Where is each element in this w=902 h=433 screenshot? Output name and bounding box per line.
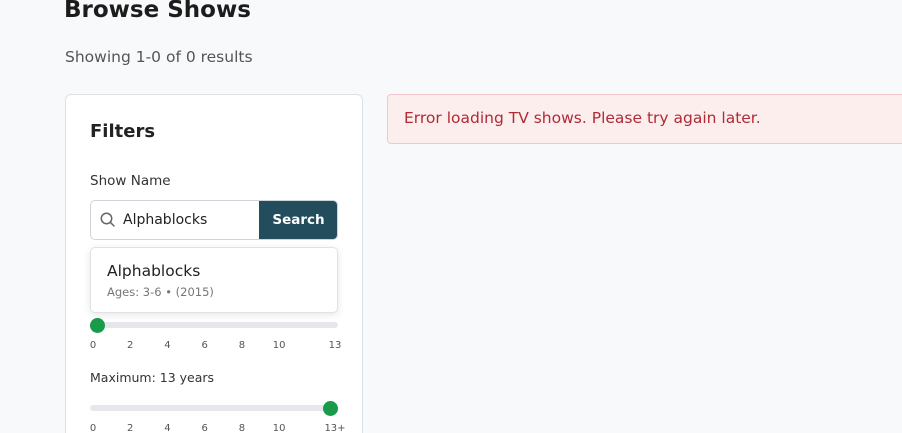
max-age-label: Maximum: 13 years [90, 370, 215, 385]
min-age-slider[interactable] [90, 318, 338, 333]
show-name-label: Show Name [90, 173, 171, 189]
suggestion-title: Alphablocks [107, 262, 201, 280]
filters-title: Filters [90, 121, 156, 142]
suggestion-dropdown: Alphablocks Ages: 3-6 • (2015) [90, 247, 338, 313]
min-age-tick: 13 [328, 340, 342, 351]
max-age-tick: 13+ [324, 423, 346, 433]
min-age-tick: 0 [89, 340, 97, 351]
max-age-ticks: 0 2 4 6 8 10 13+ [89, 423, 346, 433]
max-age-tick: 8 [238, 423, 246, 433]
page-title: Browse Shows [64, 0, 251, 23]
max-age-tick: 10 [272, 423, 286, 433]
min-age-ticks: 0 2 4 6 8 10 13 [89, 340, 342, 354]
result-count: Showing 1-0 of 0 results [65, 48, 253, 66]
min-age-tick: 8 [238, 340, 246, 351]
min-age-tick: 4 [164, 340, 171, 351]
max-age-tick: 0 [89, 423, 97, 433]
max-age-slider-thumb[interactable] [323, 401, 338, 416]
show-name-input[interactable] [123, 201, 260, 239]
search-button[interactable]: Search [259, 201, 337, 239]
min-age-tick: 2 [127, 340, 134, 351]
search-icon [99, 211, 117, 229]
min-age-tick: 6 [201, 340, 208, 351]
suggestion-meta: Ages: 3-6 • (2015) [107, 285, 214, 299]
max-age-tick: 4 [164, 423, 171, 433]
max-age-tick: 2 [127, 423, 134, 433]
max-age-tick: 6 [201, 423, 208, 433]
min-age-slider-thumb[interactable] [90, 318, 105, 333]
show-search-box: Search [90, 200, 338, 240]
error-alert: Error loading TV shows. Please try again… [387, 94, 902, 144]
max-age-slider[interactable] [90, 401, 338, 416]
error-message: Error loading TV shows. Please try again… [404, 109, 761, 127]
min-age-tick: 10 [272, 340, 286, 351]
